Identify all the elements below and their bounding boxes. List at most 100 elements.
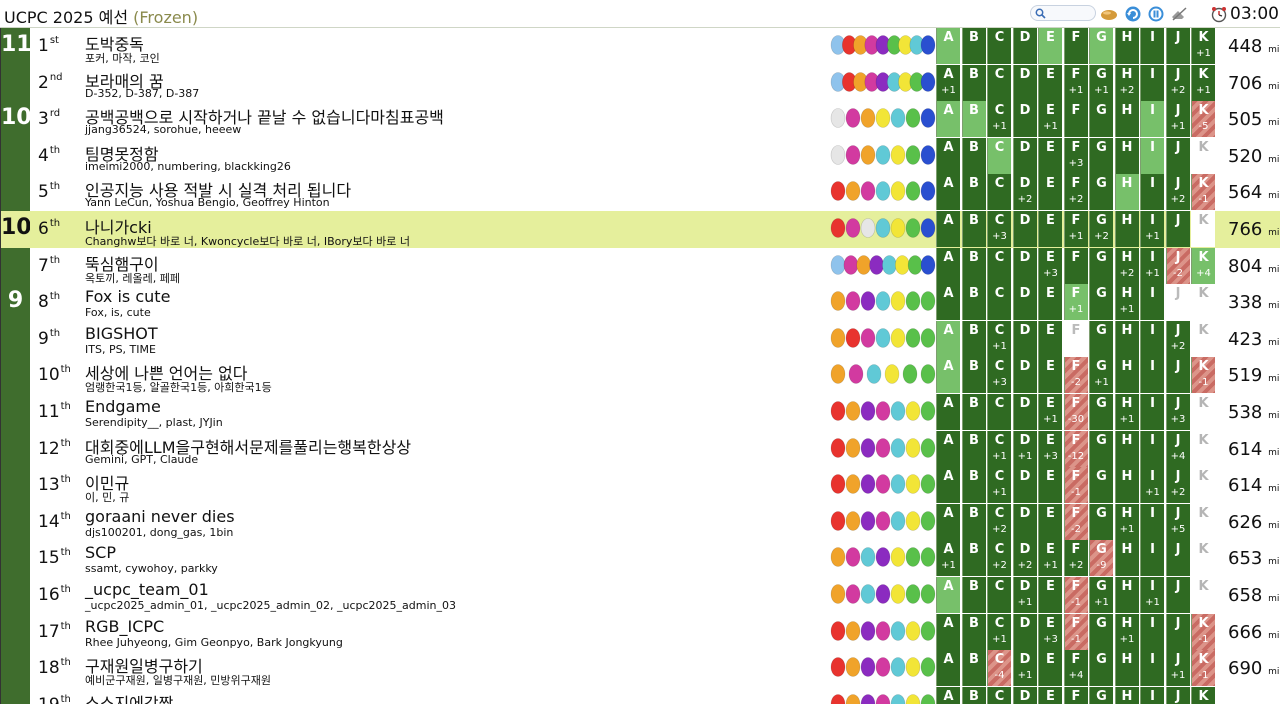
problem-cell[interactable]: B xyxy=(961,137,986,174)
problem-cell[interactable]: B xyxy=(961,211,986,247)
problem-cell[interactable]: F xyxy=(1063,101,1088,138)
problem-cell[interactable]: C +1 xyxy=(987,467,1011,504)
problem-cell[interactable]: F +3 xyxy=(1063,137,1088,174)
team-row[interactable]: 4th 팀명못정함 imeimi2000, numbering, blackking… xyxy=(30,137,1280,175)
problem-cell[interactable]: I +1 xyxy=(1140,211,1164,247)
problem-cell[interactable]: H xyxy=(1114,211,1139,247)
problem-cell[interactable]: K -1 xyxy=(1191,613,1215,650)
problem-cell[interactable]: K xyxy=(1191,540,1215,577)
problem-cell[interactable]: K xyxy=(1191,430,1215,467)
problem-cell[interactable]: G xyxy=(1089,613,1113,650)
problem-cell[interactable]: J +2 xyxy=(1165,320,1190,357)
problem-cell[interactable]: G xyxy=(1089,650,1113,687)
problem-cell[interactable]: G +2 xyxy=(1089,211,1113,247)
team-row[interactable]: 3rd 공백공백으로 시작하거나 끝날 수 없습니다마침표공백 jjang36524… xyxy=(30,101,1280,138)
problem-cell[interactable]: I xyxy=(1140,503,1164,540)
problem-cell[interactable]: I xyxy=(1140,430,1164,467)
problem-cell[interactable]: I xyxy=(1140,650,1164,687)
team-row[interactable]: 16th _ucpc_team_01 _ucpc2025_admin_01, _uc… xyxy=(30,577,1280,614)
problem-cell[interactable]: I xyxy=(1140,540,1164,577)
problem-cell[interactable]: C +1 xyxy=(987,613,1011,650)
mute-icon[interactable] xyxy=(1170,5,1188,23)
problem-cell[interactable]: I xyxy=(1140,320,1164,357)
team-row[interactable]: 11th Endgame Serendipity__, plast, JYJin A B… xyxy=(30,394,1280,431)
problem-cell[interactable]: J xyxy=(1165,211,1190,247)
search-input[interactable] xyxy=(1030,5,1096,21)
problem-cell[interactable]: G xyxy=(1089,174,1113,211)
problem-cell[interactable]: I xyxy=(1140,101,1164,138)
problem-cell[interactable]: C xyxy=(987,247,1011,284)
problem-cell[interactable]: K -1 xyxy=(1191,650,1215,687)
problem-cell[interactable]: K xyxy=(1191,137,1215,174)
team-row[interactable]: 7th 뚝심햄구이 옥토끼, 레올레, 페페 A B C D E +3 F G H +2 I +1 J -2 K +… xyxy=(30,247,1280,285)
problem-cell[interactable]: C +1 xyxy=(987,430,1011,467)
problem-cell[interactable]: E xyxy=(1038,137,1062,174)
problem-cell[interactable]: I xyxy=(1140,28,1164,64)
problem-cell[interactable]: J +3 xyxy=(1165,394,1190,430)
problem-cell[interactable]: J xyxy=(1165,613,1190,650)
problem-cell[interactable]: E xyxy=(1038,64,1062,101)
problem-cell[interactable]: H xyxy=(1114,467,1139,504)
team-row[interactable]: 6th 나니가cki Changhw보다 바로 너, Kwoncycle보다 바로 … xyxy=(30,211,1280,248)
problem-cell[interactable]: G xyxy=(1089,686,1113,704)
problem-cell[interactable]: B xyxy=(961,467,986,504)
problem-cell[interactable]: F xyxy=(1063,686,1088,704)
team-row[interactable]: 18th 구재원일병구하기 예비군구재원, 일병구재원, 민방위구재원 A B C -4 D +… xyxy=(30,650,1280,687)
team-row[interactable]: 14th goraani never dies djs100201, dong_ga… xyxy=(30,503,1280,541)
problem-cell[interactable]: E xyxy=(1038,357,1062,394)
problem-cell[interactable]: F -2 xyxy=(1063,357,1088,394)
team-row[interactable]: 15th SCP ssamt, cywohoy, parkky A +1 B C +2 D +2 E… xyxy=(30,540,1280,577)
team-row[interactable]: 1st도박중독포커, 마작, 코인ABCDEFGHIJK+1448 min. xyxy=(30,28,1280,65)
refresh-icon[interactable] xyxy=(1124,5,1142,23)
problem-cell[interactable]: I xyxy=(1140,613,1164,650)
problem-cell[interactable]: G xyxy=(1089,247,1113,284)
problem-cell[interactable]: D xyxy=(1012,320,1037,357)
problem-cell[interactable]: F xyxy=(1063,320,1088,357)
problem-cell[interactable]: K xyxy=(1191,284,1215,321)
problem-cell[interactable]: J xyxy=(1165,577,1190,613)
problem-cell[interactable]: G xyxy=(1089,503,1113,540)
problem-cell[interactable]: F +2 xyxy=(1063,174,1088,211)
problem-cell[interactable]: C +1 xyxy=(987,320,1011,357)
problem-cell[interactable]: B xyxy=(961,613,986,650)
problem-cell[interactable]: I xyxy=(1140,174,1164,211)
problem-cell[interactable]: F -1 xyxy=(1063,613,1088,650)
problem-cell[interactable]: I +1 xyxy=(1140,467,1164,504)
problem-cell[interactable]: F -2 xyxy=(1063,503,1088,540)
problem-cell[interactable]: D xyxy=(1012,686,1037,704)
problem-cell[interactable]: A xyxy=(936,28,960,64)
problem-cell[interactable]: H xyxy=(1114,28,1139,64)
problem-cell[interactable]: F +1 xyxy=(1063,64,1088,101)
problem-cell[interactable]: G xyxy=(1089,467,1113,504)
problem-cell[interactable]: C xyxy=(987,284,1011,321)
problem-cell[interactable]: A xyxy=(936,284,960,321)
problem-cell[interactable]: B xyxy=(961,64,986,101)
problem-cell[interactable]: J +1 xyxy=(1165,650,1190,687)
problem-cell[interactable]: D +1 xyxy=(1012,650,1037,687)
problem-cell[interactable]: B xyxy=(961,503,986,540)
problem-cell[interactable]: E xyxy=(1038,174,1062,211)
problem-cell[interactable]: E xyxy=(1038,284,1062,321)
team-row[interactable]: 12th 대회중에LLM을구현해서문제를풀리는행복한상상 Gemini, GPT, … xyxy=(30,430,1280,468)
problem-cell[interactable]: A xyxy=(936,394,960,430)
problem-cell[interactable]: B xyxy=(961,320,986,357)
pause-icon[interactable] xyxy=(1147,5,1165,23)
problem-cell[interactable]: J +4 xyxy=(1165,430,1190,467)
problem-cell[interactable]: K xyxy=(1191,211,1215,247)
team-row[interactable]: 2nd 보라매의 꿈 D-352, D-387, D-387 A +1 B C D E F +1 G +… xyxy=(30,64,1280,102)
problem-cell[interactable]: D xyxy=(1012,64,1037,101)
problem-cell[interactable]: J xyxy=(1165,540,1190,577)
problem-cell[interactable]: A xyxy=(936,613,960,650)
problem-cell[interactable]: F +1 xyxy=(1063,211,1088,247)
problem-cell[interactable]: C xyxy=(987,174,1011,211)
problem-cell[interactable]: B xyxy=(961,430,986,467)
problem-cell[interactable]: C -4 xyxy=(987,650,1011,687)
problem-cell[interactable]: D xyxy=(1012,247,1037,284)
problem-cell[interactable]: I +1 xyxy=(1140,577,1164,613)
problem-cell[interactable]: F -1 xyxy=(1063,467,1088,504)
problem-cell[interactable]: G xyxy=(1089,284,1113,321)
problem-cell[interactable]: B xyxy=(961,686,986,704)
problem-cell[interactable]: I +1 xyxy=(1140,247,1164,284)
problem-cell[interactable]: C +2 xyxy=(987,503,1011,540)
problem-cell[interactable]: A xyxy=(936,247,960,284)
